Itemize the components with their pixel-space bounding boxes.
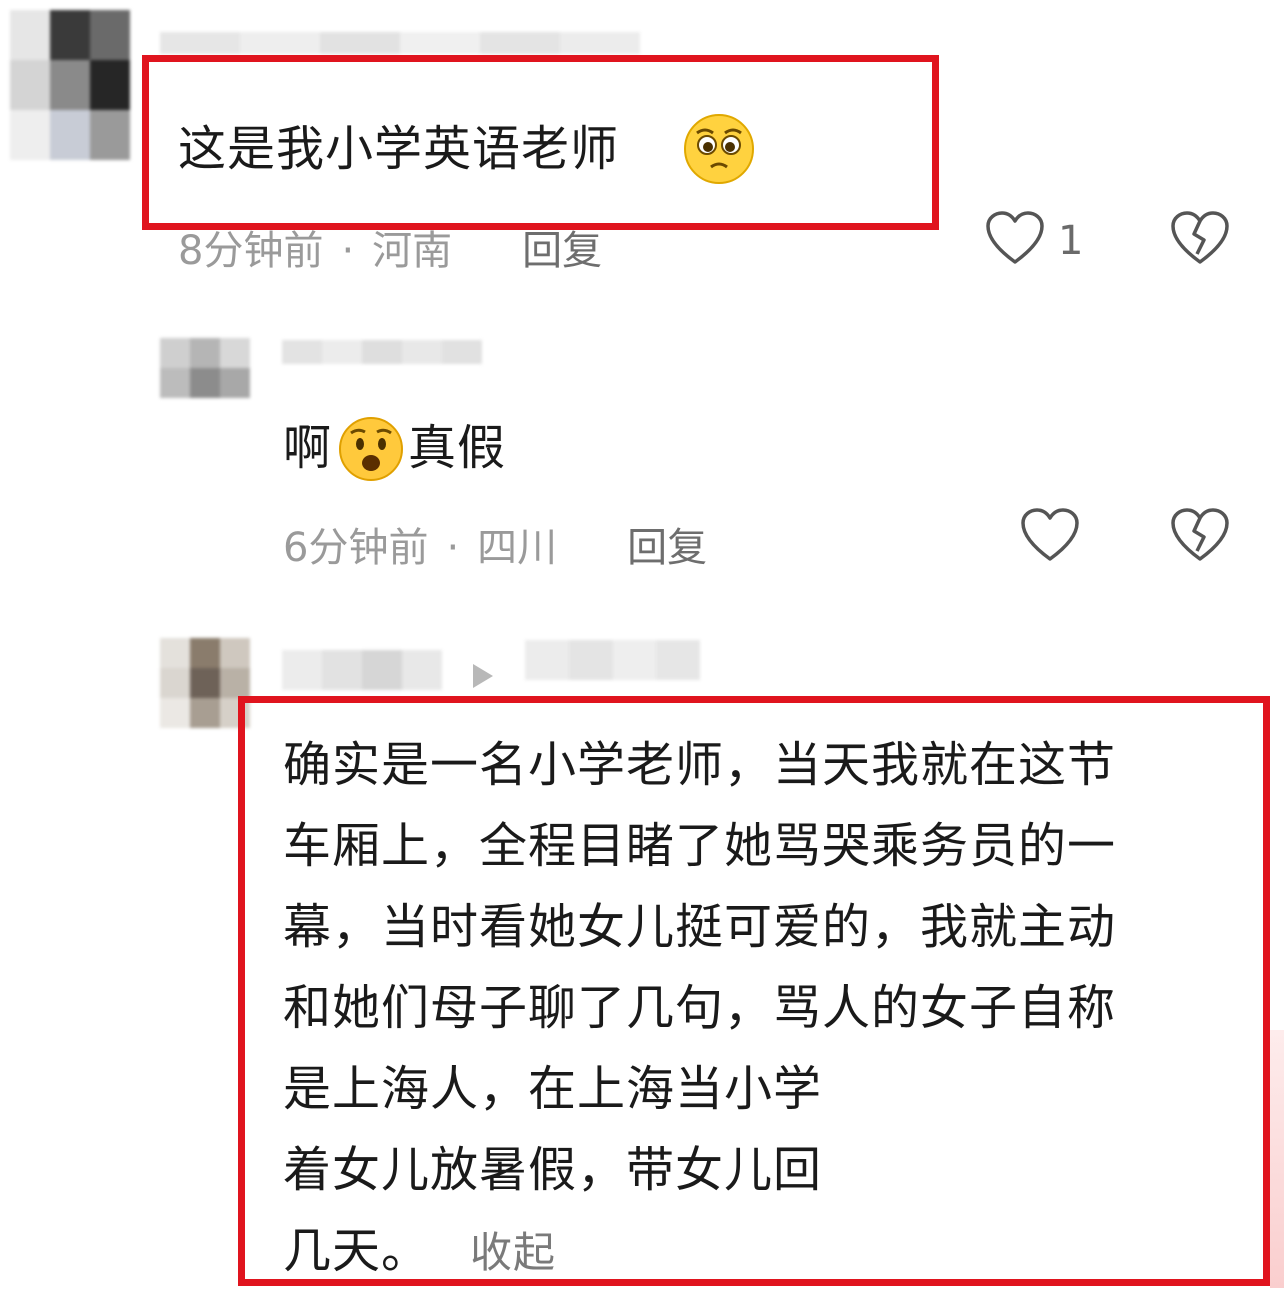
comment-text-suffix: 真假 bbox=[408, 420, 507, 476]
comment-line: 车厢上，全程目睹了她骂哭乘务员的一 bbox=[283, 818, 1117, 874]
comment-line-text: 几天。 bbox=[283, 1223, 431, 1279]
reply-button[interactable]: 回复 bbox=[522, 228, 602, 274]
anguished-face-emoji bbox=[338, 416, 404, 482]
username[interactable] bbox=[282, 650, 442, 690]
avatar[interactable] bbox=[160, 638, 250, 728]
comment-line: 着女儿放暑假，带女儿回 bbox=[283, 1142, 823, 1198]
meta-separator: · bbox=[341, 228, 355, 274]
play-triangle-icon bbox=[470, 662, 496, 690]
comment-text: 确实是一名小学老师，当天我就在这节 车厢上，全程目睹了她骂哭乘务员的一 幕，当时… bbox=[283, 725, 1116, 1293]
avatar[interactable] bbox=[10, 10, 130, 160]
avatar[interactable] bbox=[160, 338, 250, 398]
meta-separator: · bbox=[446, 525, 460, 571]
comment-line: 是上海人，在上海当小学 bbox=[283, 1061, 823, 1117]
heart-outline-icon[interactable] bbox=[985, 210, 1045, 266]
reply-button[interactable]: 回复 bbox=[627, 525, 707, 571]
username[interactable] bbox=[160, 32, 640, 54]
heart-outline-icon[interactable] bbox=[1020, 507, 1080, 563]
username[interactable] bbox=[282, 340, 482, 364]
comment-location: 河南 bbox=[372, 228, 453, 274]
reply-to-username[interactable] bbox=[525, 640, 700, 680]
comment-meta: 6分钟前 · 四川 回复 bbox=[283, 515, 707, 573]
comment-text-prefix: 啊 bbox=[283, 420, 333, 476]
comment-time: 8分钟前 bbox=[178, 228, 324, 274]
comment-time: 6分钟前 bbox=[283, 525, 429, 571]
broken-heart-icon[interactable] bbox=[1170, 507, 1230, 563]
comment-location: 四川 bbox=[477, 525, 558, 571]
comment-line: 幕，当时看她女儿挺可爱的，我就主动 bbox=[283, 899, 1117, 955]
broken-heart-icon[interactable] bbox=[1170, 210, 1230, 266]
like-count: 1 bbox=[1058, 218, 1084, 264]
comment-line: 确实是一名小学老师，当天我就在这节 bbox=[283, 737, 1117, 793]
watermark bbox=[1270, 1030, 1284, 1288]
collapse-button[interactable]: 收起 bbox=[470, 1228, 556, 1277]
highlight-box bbox=[142, 55, 939, 230]
comment-line: 和她们母子聊了几句，骂人的女子自称 bbox=[283, 980, 1117, 1036]
comment-line: 几天。 收起 bbox=[283, 1211, 1116, 1293]
